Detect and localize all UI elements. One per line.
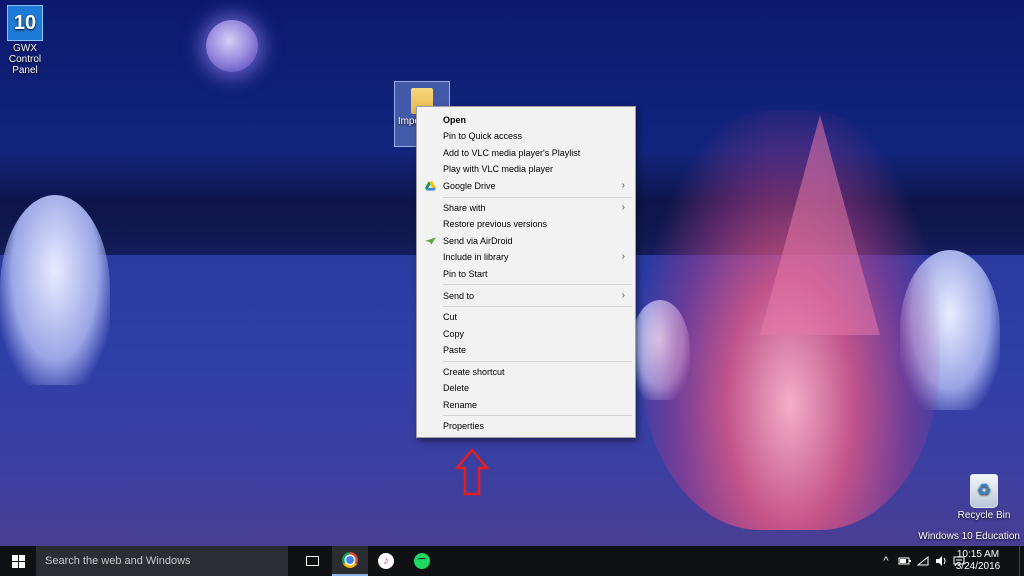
menu-separator	[443, 306, 632, 307]
snow-covered-tree	[0, 195, 110, 385]
chevron-right-icon: ›	[621, 290, 625, 301]
taskbar-app-chrome[interactable]	[332, 546, 368, 576]
menu-item-send-via-airdroid[interactable]: Send via AirDroid	[419, 233, 633, 249]
gwx-icon: 10	[7, 5, 43, 41]
annotation-up-arrow-icon	[455, 448, 489, 496]
menu-item-label: Pin to Start	[443, 269, 488, 279]
task-view-icon	[305, 556, 319, 566]
menu-item-label: Properties	[443, 421, 485, 431]
menu-item-label: Open	[443, 115, 467, 125]
airdroid-icon	[425, 237, 436, 245]
menu-item-copy[interactable]: Copy	[419, 326, 633, 342]
itunes-icon: ♪	[378, 553, 394, 569]
menu-item-restore-previous-versions[interactable]: Restore previous versions	[419, 216, 633, 232]
desktop-icon-gwx-control-panel[interactable]: 10 GWX Control Panel	[0, 5, 50, 76]
windows-logo-icon	[11, 554, 25, 568]
search-placeholder: Search the web and Windows	[45, 555, 191, 567]
menu-separator	[443, 197, 632, 198]
menu-item-share-with[interactable]: Share with ›	[419, 200, 633, 216]
desktop-icon-label: GWX Control Panel	[8, 43, 42, 76]
menu-separator	[443, 361, 632, 362]
desktop-icon-recycle-bin[interactable]: ♻ Recycle Bin	[954, 474, 1014, 521]
menu-item-label: Paste	[443, 345, 467, 355]
chevron-right-icon: ›	[621, 180, 625, 191]
search-box[interactable]: Search the web and Windows	[36, 546, 288, 576]
menu-item-create-shortcut[interactable]: Create shortcut	[419, 364, 633, 380]
clock-date: 3/24/2016	[955, 561, 1001, 572]
menu-separator	[443, 284, 632, 285]
menu-item-label: Send via AirDroid	[443, 236, 513, 246]
moon	[206, 20, 258, 72]
menu-item-vlc-play[interactable]: Play with VLC media player	[419, 161, 633, 177]
windows-edition-watermark: Windows 10 Education	[918, 531, 1020, 542]
menu-item-label: Play with VLC media player	[443, 164, 554, 174]
wifi-icon[interactable]	[914, 546, 932, 576]
menu-item-label: Create shortcut	[443, 367, 505, 377]
menu-item-label: Send to	[443, 291, 475, 301]
menu-item-properties[interactable]: Properties	[419, 418, 633, 434]
taskbar-app-itunes[interactable]: ♪	[368, 546, 404, 576]
context-menu: Open Pin to Quick access Add to VLC medi…	[416, 106, 636, 438]
menu-item-vlc-playlist[interactable]: Add to VLC media player's Playlist	[419, 145, 633, 161]
chevron-right-icon: ›	[621, 202, 625, 213]
menu-item-label: Cut	[443, 312, 458, 322]
menu-item-label: Google Drive	[443, 181, 496, 191]
task-view-button[interactable]	[294, 546, 330, 576]
menu-item-label: Restore previous versions	[443, 219, 548, 229]
menu-item-send-to[interactable]: Send to ›	[419, 288, 633, 304]
menu-item-pin-to-start[interactable]: Pin to Start	[419, 266, 633, 282]
taskbar-app-spotify[interactable]	[404, 546, 440, 576]
show-desktop-button[interactable]	[1019, 546, 1024, 576]
google-drive-icon	[425, 181, 436, 191]
menu-separator	[443, 415, 632, 416]
menu-item-pin-quick-access[interactable]: Pin to Quick access	[419, 128, 633, 144]
menu-item-google-drive[interactable]: Google Drive ›	[419, 178, 633, 194]
start-button[interactable]	[0, 546, 36, 576]
show-hidden-icons-chevron-icon[interactable]: ^	[878, 546, 894, 576]
recycle-bin-icon: ♻	[970, 474, 998, 508]
menu-item-label: Copy	[443, 329, 465, 339]
desktop-icon-label: Recycle Bin	[957, 510, 1011, 521]
menu-item-label: Share with	[443, 203, 486, 213]
menu-item-cut[interactable]: Cut	[419, 309, 633, 325]
menu-item-label: Delete	[443, 383, 470, 393]
menu-item-rename[interactable]: Rename	[419, 397, 633, 413]
menu-item-label: Rename	[443, 400, 478, 410]
menu-item-label: Include in library	[443, 252, 509, 262]
menu-item-label: Pin to Quick access	[443, 131, 523, 141]
menu-item-include-in-library[interactable]: Include in library ›	[419, 249, 633, 265]
menu-item-open[interactable]: Open	[419, 112, 633, 128]
menu-item-label: Add to VLC media player's Playlist	[443, 148, 581, 158]
clock-time: 10:15 AM	[956, 549, 1000, 560]
battery-icon[interactable]	[896, 546, 914, 576]
taskbar: Search the web and Windows ♪ ^ 10:15 AM …	[0, 546, 1024, 576]
christmas-tree	[760, 115, 880, 335]
system-clock[interactable]: 10:15 AM 3/24/2016	[948, 549, 1008, 573]
chrome-icon	[342, 552, 358, 568]
menu-item-paste[interactable]: Paste	[419, 342, 633, 358]
menu-item-delete[interactable]: Delete	[419, 380, 633, 396]
spotify-icon	[414, 553, 430, 569]
chevron-right-icon: ›	[621, 251, 625, 262]
